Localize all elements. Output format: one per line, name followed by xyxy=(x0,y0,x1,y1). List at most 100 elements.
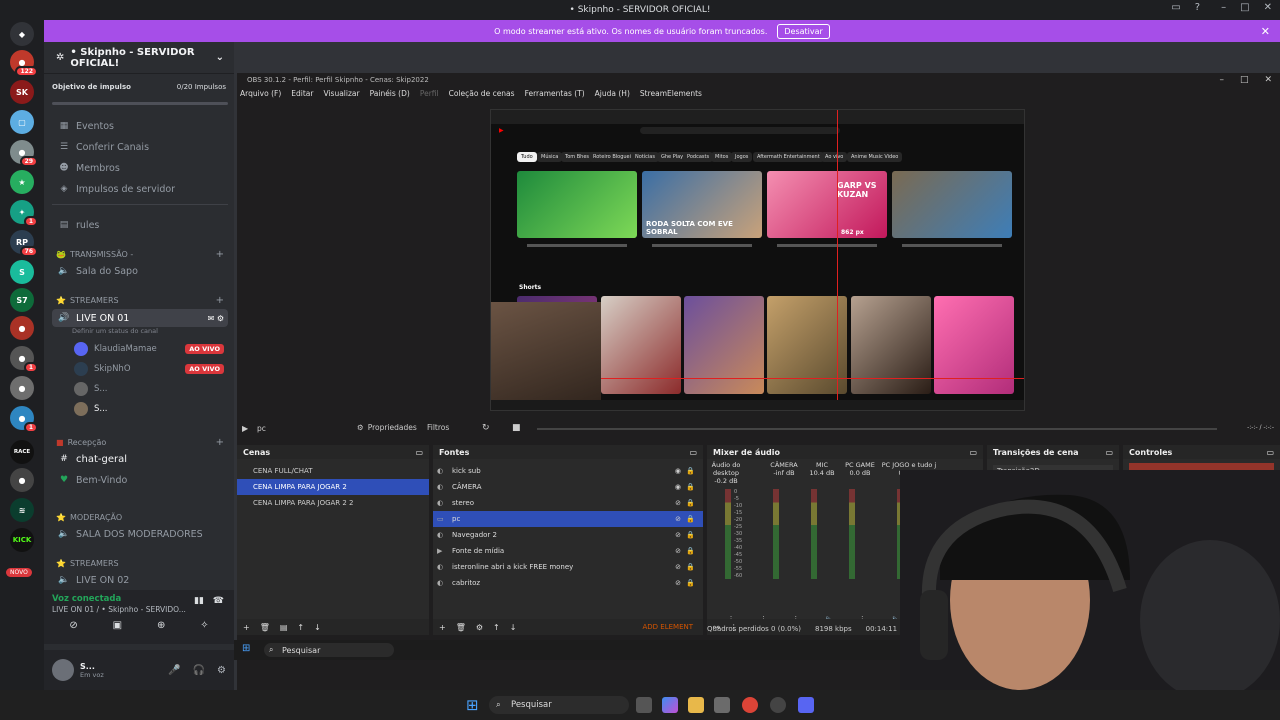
nav-members[interactable]: ☻ Membros xyxy=(52,159,228,177)
user-panel[interactable]: S... Em voz 🎤 🎧 ⚙ xyxy=(44,650,234,690)
undock-icon[interactable]: ▭ xyxy=(415,448,423,457)
server-icon[interactable]: SK xyxy=(10,80,34,104)
menu-item[interactable]: Painéis (D) xyxy=(370,89,410,98)
server-icon[interactable]: RACE xyxy=(10,440,34,464)
voice-channel-sala-sapo[interactable]: 🔈 Sala do Sapo xyxy=(52,262,228,280)
voice-channel-live-on-02[interactable]: 🔈 LIVE ON 02 xyxy=(52,571,228,589)
volume-meter[interactable] xyxy=(811,489,817,579)
close-icon[interactable]: ✕ xyxy=(1264,75,1272,85)
undock-icon[interactable]: ▭ xyxy=(969,448,977,457)
task-view-icon[interactable] xyxy=(636,697,652,713)
server-icon[interactable]: ● 122 xyxy=(10,50,38,77)
voice-channel-live-on-01[interactable]: 🔊 LIVE ON 01 ✉ ⚙ xyxy=(52,309,228,327)
maximize-icon[interactable]: □ xyxy=(1240,75,1249,85)
boost-goal[interactable]: Objetivo de impulso 0/20 Impulsos xyxy=(52,80,226,94)
microphone-icon[interactable]: 🎤 xyxy=(168,665,180,676)
volume-meter[interactable] xyxy=(773,489,779,579)
voice-user[interactable]: KlaudiaMamae AO VIVO xyxy=(74,340,228,358)
camera-off-icon[interactable]: ⊘ xyxy=(69,620,77,631)
lock-icon[interactable]: 🔒 xyxy=(686,531,695,539)
menu-item[interactable]: Coleção de cenas xyxy=(449,89,515,98)
move-down-icon[interactable]: ↓ xyxy=(510,623,517,632)
source-item[interactable]: ◐ Navegador 2 ⊘ 🔒 xyxy=(433,527,703,543)
scene-item[interactable]: CENA LIMPA PARA JOGAR 2 2 xyxy=(237,495,429,511)
add-channel-icon[interactable]: + xyxy=(216,437,224,448)
filter-icon[interactable]: ▤ xyxy=(280,623,288,632)
inbox-icon[interactable]: ▭ xyxy=(1171,2,1180,13)
category-streamers[interactable]: ⭐ STREAMERS + xyxy=(52,293,228,307)
voice-user[interactable]: S... xyxy=(74,400,228,418)
discord-icon[interactable] xyxy=(798,697,814,713)
help-icon[interactable]: ? xyxy=(1195,2,1200,13)
activity-icon[interactable]: ⊕ xyxy=(157,620,165,631)
source-item[interactable]: ▭ pc ⊘ 🔒 xyxy=(433,511,703,527)
nav-events[interactable]: ▦ Eventos xyxy=(52,117,228,135)
disconnect-icon[interactable]: ☎ xyxy=(213,596,224,606)
maximize-icon[interactable]: □ xyxy=(1240,2,1249,13)
nav-browse-channels[interactable]: ☰ Conferir Canais xyxy=(52,138,228,156)
server-icon[interactable]: ★ xyxy=(10,170,34,194)
stop-icon[interactable]: ■ xyxy=(512,423,521,433)
volume-meter[interactable] xyxy=(725,489,731,579)
discord-home-icon[interactable]: ◆ xyxy=(10,22,34,46)
channel-rules[interactable]: ▤ rules xyxy=(52,216,228,234)
voice-channel-sala-mods[interactable]: 🔈 SALA DOS MODERADORES xyxy=(52,525,228,543)
gear-icon[interactable]: ⚙ xyxy=(476,623,483,632)
lock-icon[interactable]: 🔒 xyxy=(686,547,695,555)
menu-item[interactable]: Perfil xyxy=(420,89,439,98)
lock-icon[interactable]: 🔒 xyxy=(686,515,695,523)
soundboard-icon[interactable]: ✧ xyxy=(200,620,208,631)
copilot-icon[interactable] xyxy=(662,697,678,713)
lock-icon[interactable]: 🔒 xyxy=(686,467,695,475)
voice-user[interactable]: SkipNhO AO VIVO xyxy=(74,360,228,378)
source-item[interactable]: ▶ Fonte de mídia ⊘ 🔒 xyxy=(433,543,703,559)
voice-channel-bem-vindo[interactable]: ♥ Bem-Vindo xyxy=(52,471,228,489)
undock-icon[interactable]: ▭ xyxy=(1266,448,1274,457)
visibility-hidden-icon[interactable]: ⊘ xyxy=(675,547,681,555)
properties-button[interactable]: ⚙ Propriedades xyxy=(357,423,417,432)
menu-item[interactable]: Ferramentas (T) xyxy=(525,89,585,98)
obs-preview[interactable]: ▶ Tudo Música Tom Bhes Roteiro Blogueira… xyxy=(490,109,1025,411)
menu-item[interactable]: Visualizar xyxy=(323,89,359,98)
refresh-icon[interactable]: ↻ xyxy=(482,423,490,433)
lock-icon[interactable]: 🔒 xyxy=(686,563,695,571)
minimize-icon[interactable]: – xyxy=(1221,2,1226,13)
lock-icon[interactable]: 🔒 xyxy=(686,579,695,587)
server-icon[interactable]: ✦ 1 xyxy=(10,200,38,227)
store-icon[interactable] xyxy=(714,697,730,713)
add-channel-icon[interactable]: + xyxy=(216,249,224,260)
add-channel-icon[interactable]: + xyxy=(216,295,224,306)
move-up-icon[interactable]: ↑ xyxy=(493,623,500,632)
visibility-icon[interactable]: ◉ xyxy=(675,483,681,491)
category-moderacao[interactable]: ⭐ MODERAÇÃO xyxy=(52,510,228,524)
server-icon[interactable]: RP 76 xyxy=(10,230,38,257)
filters-button[interactable]: Filtros xyxy=(427,423,449,432)
menu-item[interactable]: Editar xyxy=(291,89,313,98)
file-explorer-icon[interactable] xyxy=(688,697,704,713)
server-header[interactable]: ✲ • Skipnho - SERVIDOR OFICIAL! ⌄ xyxy=(44,42,234,74)
trash-icon[interactable]: 🗑 xyxy=(456,623,466,632)
visibility-hidden-icon[interactable]: ⊘ xyxy=(675,579,681,587)
windows-start-icon[interactable]: ⊞ xyxy=(466,696,479,714)
category-transmissao[interactable]: 🐸 TRANSMISSÃO - + xyxy=(52,247,228,261)
undock-icon[interactable]: ▭ xyxy=(1105,448,1113,457)
minimize-icon[interactable]: – xyxy=(1219,75,1224,85)
server-icon[interactable]: S7 xyxy=(10,288,34,312)
menu-item[interactable]: Ajuda (H) xyxy=(595,89,630,98)
visibility-icon[interactable]: ◉ xyxy=(675,467,681,475)
menu-item[interactable]: Arquivo (F) xyxy=(240,89,281,98)
source-item[interactable]: ◐ CÂMERA ◉ 🔒 xyxy=(433,479,703,495)
add-icon[interactable]: + xyxy=(439,623,446,632)
visibility-hidden-icon[interactable]: ⊘ xyxy=(675,531,681,539)
server-icon[interactable]: ≋ xyxy=(10,498,34,522)
voice-user[interactable]: S... xyxy=(74,380,228,398)
move-down-icon[interactable]: ↓ xyxy=(314,623,321,632)
server-icon[interactable]: ● xyxy=(10,316,34,340)
disable-streamer-button[interactable]: Desativar xyxy=(777,23,830,39)
lock-icon[interactable]: 🔒 xyxy=(686,483,695,491)
obs-icon[interactable] xyxy=(770,697,786,713)
voice-signal-icon[interactable]: ▮▮ xyxy=(194,596,204,606)
close-banner-icon[interactable]: ✕ xyxy=(1261,25,1270,38)
add-icon[interactable]: + xyxy=(243,623,250,632)
visibility-hidden-icon[interactable]: ⊘ xyxy=(675,563,681,571)
